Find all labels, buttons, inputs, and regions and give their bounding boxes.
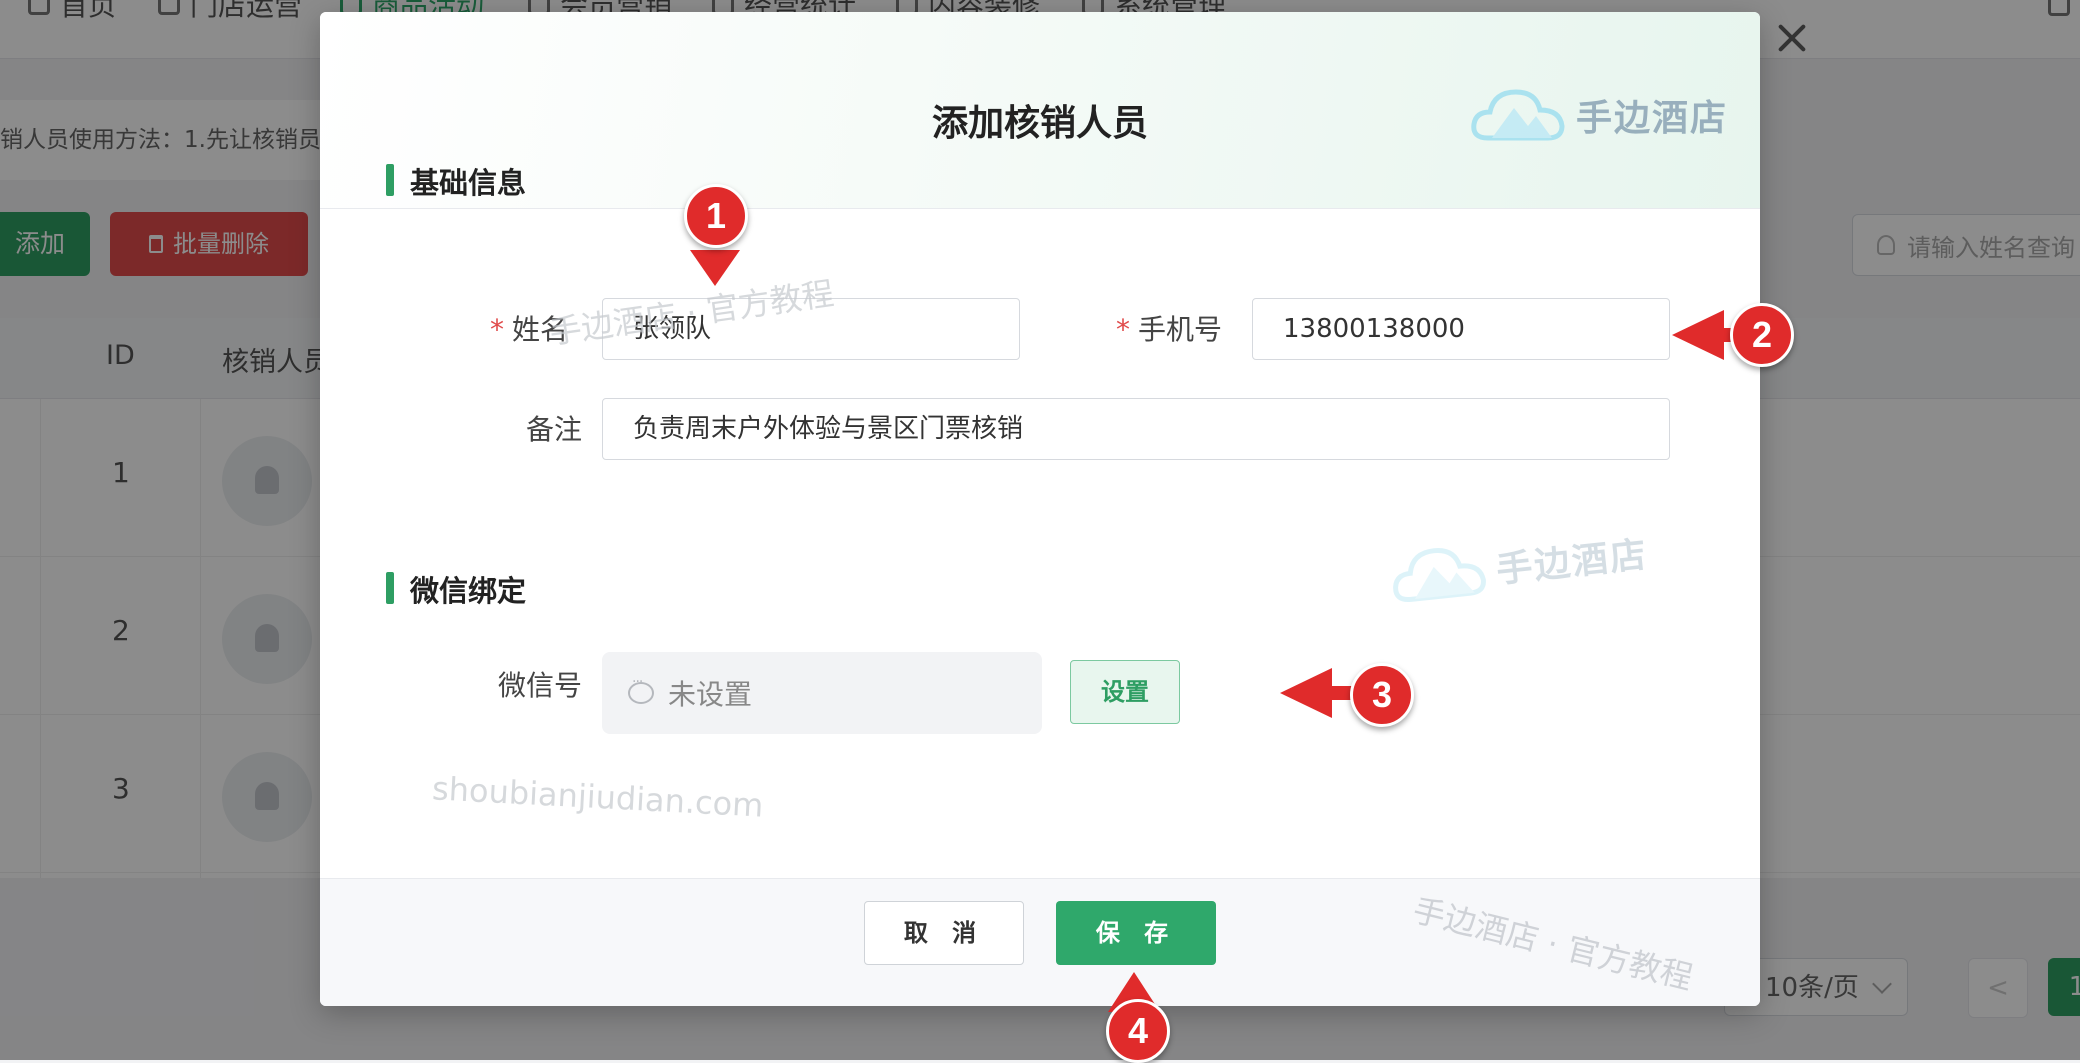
- annotation-marker-4: 4: [1106, 999, 1170, 1063]
- annotation-arrows: [690, 250, 1788, 1012]
- annotation-marker-1: 1: [684, 184, 748, 248]
- annotation-arrow-1: [690, 250, 740, 286]
- annotation-arrow-3-head: [1280, 668, 1332, 718]
- annotation-marker-3: 3: [1350, 663, 1414, 727]
- annotation-marker-2: 2: [1730, 303, 1794, 367]
- annotation-arrow-2-head: [1672, 310, 1724, 360]
